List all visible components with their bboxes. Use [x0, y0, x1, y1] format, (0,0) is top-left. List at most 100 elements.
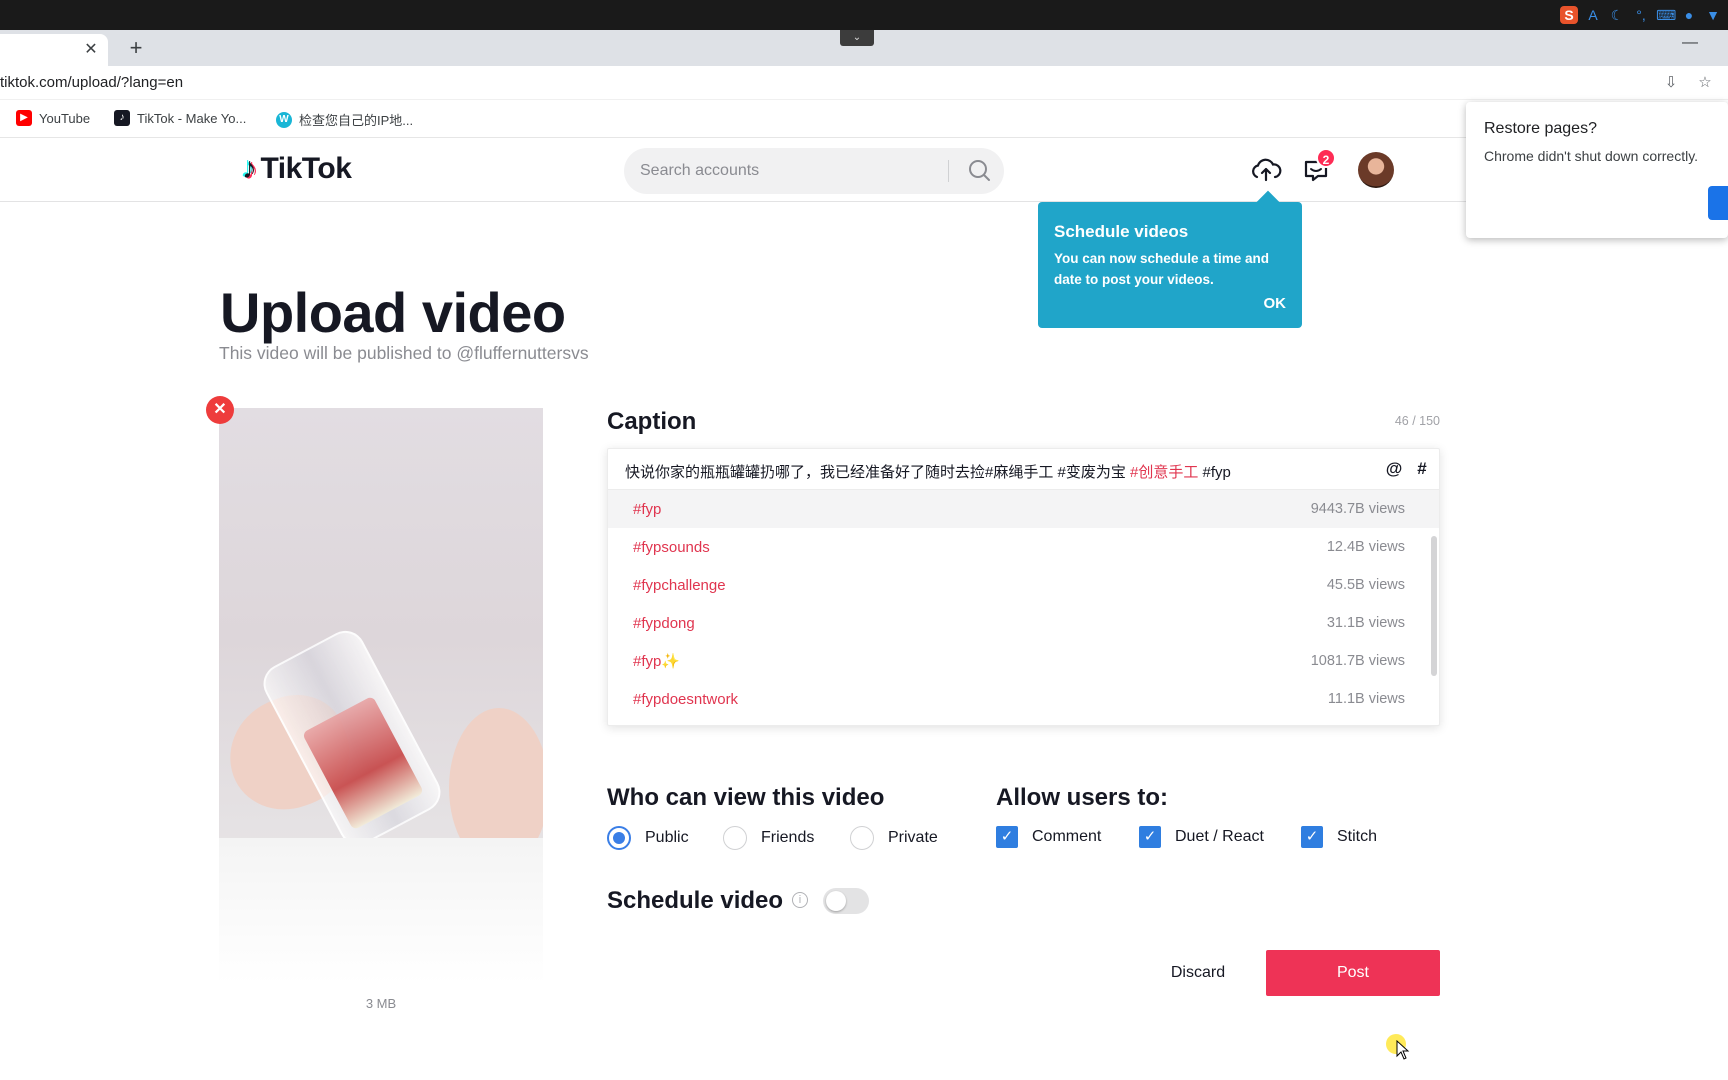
address-bar[interactable]: tiktok.com/upload/?lang=en ⇩ ☆ — [0, 66, 1728, 100]
radio-icon — [723, 826, 747, 850]
privacy-public-radio[interactable]: Public — [607, 826, 689, 850]
star-icon[interactable]: ☆ — [1694, 72, 1716, 94]
file-size: 3 MB — [365, 996, 397, 1011]
list-item[interactable]: #fypdong 31.1B views — [608, 604, 1439, 642]
privacy-friends-radio[interactable]: Friends — [723, 826, 814, 850]
youtube-icon: ▶ — [16, 110, 32, 126]
moon-icon[interactable]: ☾ — [1608, 6, 1626, 24]
notification-badge: 2 — [1316, 148, 1336, 168]
post-button[interactable]: Post — [1266, 950, 1440, 996]
bookmark-tiktok[interactable]: ♪ TikTok - Make Yo... — [114, 110, 246, 126]
hashtag-button[interactable]: # — [1410, 457, 1434, 481]
bookmark-youtube[interactable]: ▶ YouTube — [16, 110, 90, 126]
suggestion-views: 9443.7B views — [1310, 501, 1405, 517]
allow-duet-checkbox[interactable]: ✓ Duet / React — [1139, 826, 1264, 848]
punctuation-icon[interactable]: °, — [1632, 6, 1650, 24]
ime-s-icon[interactable]: S — [1560, 6, 1578, 24]
video-preview[interactable] — [219, 408, 543, 984]
upload-button[interactable] — [1248, 152, 1284, 188]
suggestion-views: 31.1B views — [1326, 615, 1405, 631]
browser-tab[interactable]: ✕ — [0, 34, 108, 66]
suggestion-tag: #fyp — [633, 500, 662, 518]
suggestion-tag: #fypdong — [633, 614, 695, 632]
schedule-tooltip: Schedule videos You can now schedule a t… — [1038, 202, 1302, 328]
tooltip-title: Schedule videos — [1054, 222, 1189, 241]
tiktok-logo[interactable]: ♪ TikTok — [242, 152, 352, 186]
list-item[interactable]: #fypchallenge 45.5B views — [608, 566, 1439, 604]
keyboard-icon[interactable]: ⌨ — [1656, 6, 1676, 24]
caption-text-plain: 快说你家的瓶瓶罐罐扔哪了，我已经准备好了随时去捡#麻绳手工 #变废为宝 — [625, 464, 1131, 481]
check-icon: ✓ — [996, 826, 1018, 848]
restore-pages-popup: Restore pages? Chrome didn't shut down c… — [1466, 102, 1728, 238]
radio-icon — [607, 826, 631, 850]
close-icon[interactable]: ✕ — [82, 41, 100, 59]
caption-input[interactable]: 快说你家的瓶瓶罐罐扔哪了，我已经准备好了随时去捡#麻绳手工 #变废为宝 #创意手… — [625, 461, 1231, 482]
checkbox-label: Comment — [1032, 828, 1102, 845]
tooltip-body: You can now schedule a time and date to … — [1054, 251, 1270, 287]
radio-icon — [850, 826, 874, 850]
tooltip-ok-button[interactable]: OK — [1264, 295, 1287, 312]
bookmark-ip-check[interactable]: W 检查您自己的IP地... — [276, 110, 413, 129]
os-taskbar: S A ☾ °, ⌨ ● ▼ — [0, 0, 1728, 30]
user-icon[interactable]: ● — [1680, 6, 1698, 24]
check-icon: ✓ — [1301, 826, 1323, 848]
install-icon[interactable]: ⇩ — [1660, 72, 1682, 94]
discard-button[interactable]: Discard — [1140, 950, 1256, 996]
list-item[interactable]: #fypdoesntwork 11.1B views — [608, 680, 1439, 718]
suggestion-views: 45.5B views — [1326, 577, 1405, 593]
remove-video-button[interactable]: ✕ — [206, 396, 234, 424]
allow-stitch-checkbox[interactable]: ✓ Stitch — [1301, 826, 1377, 848]
hashtag-suggestions: #fyp 9443.7B views #fypsounds 12.4B view… — [608, 489, 1439, 725]
logo-text: TikTok — [260, 152, 352, 185]
list-item[interactable]: #fyp 9443.7B views — [608, 490, 1439, 528]
list-item[interactable]: #fyp✨ 1081.7B views — [608, 642, 1439, 680]
url-text[interactable]: tiktok.com/upload/?lang=en — [0, 74, 183, 91]
radio-label: Friends — [761, 829, 815, 846]
minimize-button[interactable]: — — [1680, 34, 1700, 54]
restore-title: Restore pages? — [1484, 120, 1597, 137]
privacy-label: Who can view this video — [607, 784, 885, 811]
suggestions-scrollbar[interactable] — [1431, 536, 1437, 676]
system-tray: S A ☾ °, ⌨ ● ▼ — [1560, 2, 1722, 28]
page-title: Upload video — [220, 281, 566, 344]
checkbox-label: Stitch — [1337, 828, 1378, 845]
new-tab-button[interactable]: + — [124, 36, 148, 60]
cursor-icon — [1396, 1040, 1410, 1060]
schedule-toggle[interactable] — [823, 888, 869, 914]
radio-label: Public — [645, 829, 689, 846]
shirt-icon[interactable]: ▼ — [1704, 6, 1722, 24]
suggestion-tag: #fypdoesntwork — [633, 690, 739, 708]
allow-comment-checkbox[interactable]: ✓ Comment — [996, 826, 1101, 848]
allow-users-label: Allow users to: — [996, 784, 1169, 811]
search-button[interactable] — [958, 148, 1002, 194]
caption-text-tail: #fyp — [1198, 464, 1231, 481]
font-a-icon[interactable]: A — [1584, 6, 1602, 24]
privacy-private-radio[interactable]: Private — [850, 826, 938, 850]
radio-label: Private — [888, 829, 938, 846]
restore-button[interactable] — [1708, 186, 1728, 220]
restore-body: Chrome didn't shut down correctly. — [1484, 148, 1699, 164]
tiktok-icon: ♪ — [114, 110, 130, 126]
checkbox-label: Duet / React — [1175, 828, 1264, 845]
video-cloth — [219, 838, 543, 984]
caption-char-count: 46 / 150 — [1394, 414, 1440, 428]
list-item[interactable]: #fypsounds 12.4B views — [608, 528, 1439, 566]
ip-check-icon: W — [276, 111, 292, 128]
info-icon[interactable]: i — [792, 892, 808, 908]
suggestion-tag: #fyp✨ — [633, 653, 681, 670]
check-icon: ✓ — [1139, 826, 1161, 848]
chevron-down-icon[interactable]: ⌄ — [840, 30, 874, 46]
mention-button[interactable]: @ — [1382, 457, 1406, 481]
inbox-button[interactable]: 2 — [1298, 148, 1336, 188]
cloud-upload-icon — [1252, 158, 1282, 182]
suggestion-tag: #fypchallenge — [633, 576, 726, 594]
avatar[interactable] — [1358, 152, 1394, 188]
search-input[interactable] — [640, 148, 940, 194]
suggestion-views: 12.4B views — [1326, 539, 1405, 555]
tiktok-note-icon: ♪ — [242, 152, 257, 185]
search-bar — [624, 148, 1004, 194]
caption-hashtag: #创意手工 — [1130, 464, 1199, 481]
suggestion-views: 1081.7B views — [1310, 653, 1405, 669]
search-divider — [948, 160, 949, 182]
bookmark-label: YouTube — [39, 110, 91, 126]
